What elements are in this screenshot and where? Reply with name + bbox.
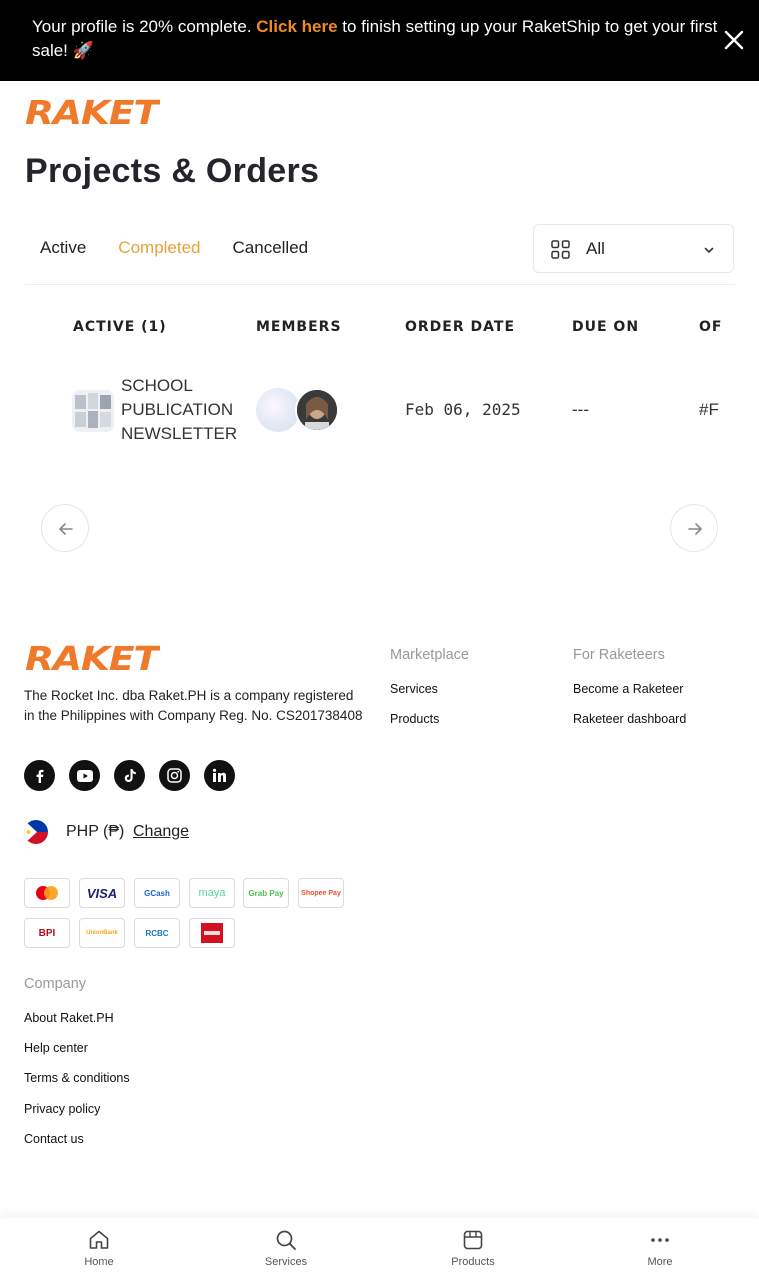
company-description: The Rocket Inc. dba Raket.PH is a compan… [24,688,363,723]
footer-link-become-raketeer[interactable]: Become a Raketeer [573,682,683,696]
footer-link-terms[interactable]: Terms & conditions [24,1071,130,1085]
order-number: #F [699,400,719,419]
bpi-logo: BPI [24,918,70,948]
column-header-order-number: OF [699,319,723,335]
banner-message: Your profile is 20% complete. Click here… [32,15,722,63]
column-header-members: MEMBERS [256,319,342,335]
nav-products[interactable]: Products [428,1228,518,1268]
nav-home-label: Home [84,1256,114,1268]
footer-link-services[interactable]: Services [390,682,438,696]
footer-link-products[interactable]: Products [390,712,439,726]
raket-logo[interactable]: RAKET [25,643,160,673]
column-header-order-date: ORDER DATE [405,319,516,335]
column-header-active: ACTIVE (1) [73,319,167,335]
nav-services[interactable]: Services [241,1228,331,1268]
tiktok-icon[interactable] [114,760,145,791]
chinabank-logo [189,918,235,948]
visa-logo: VISA [79,878,125,908]
arrow-left-icon [59,523,73,535]
footer-link-raketeer-dashboard[interactable]: Raketeer dashboard [573,712,686,726]
arrow-right-icon [688,523,702,535]
raket-logo-text: RAKET [25,97,160,127]
more-icon [651,1238,669,1242]
instagram-icon[interactable] [159,760,190,791]
company-heading: Company [24,976,87,992]
social-links [24,760,235,791]
change-currency-link[interactable]: Change [133,823,189,841]
shopeepay-logo: Shopee Pay [298,878,344,908]
gcash-logo: GCash [134,878,180,908]
marketplace-heading: Marketplace [390,647,469,663]
avatar [295,388,339,432]
nav-services-label: Services [264,1256,308,1268]
linkedin-icon[interactable] [204,760,235,791]
project-name[interactable]: SCHOOL PUBLICATION NEWSLETTER [121,374,251,446]
project-thumbnail[interactable] [72,390,114,432]
philippines-flag-icon [24,820,48,844]
scroll-left-button[interactable] [41,504,89,552]
maya-logo: maya [189,878,235,908]
tab-cancelled[interactable]: Cancelled [233,238,309,258]
avatar [256,388,300,432]
tab-active[interactable]: Active [40,238,86,258]
banner-click-here-link[interactable]: Click here [256,17,337,36]
for-raketeers-heading: For Raketeers [573,647,665,663]
home-icon [89,1230,109,1249]
nav-home[interactable]: Home [54,1228,144,1268]
footer-link-help-center[interactable]: Help center [24,1041,88,1055]
footer-link-privacy[interactable]: Privacy policy [24,1102,100,1116]
close-icon[interactable] [723,29,745,51]
chevron-down-icon [704,247,714,254]
rcbc-logo: RCBC [134,918,180,948]
search-icon [276,1230,296,1250]
nav-more-label: More [647,1256,673,1268]
grabpay-logo: Grab Pay [243,878,289,908]
footer-link-about[interactable]: About Raket.PH [24,1011,114,1025]
filter-dropdown[interactable]: All [533,224,734,273]
column-header-due-on: DUE ON [572,319,640,335]
footer-link-contact[interactable]: Contact us [24,1132,84,1146]
banner-text-before: Your profile is 20% complete. [32,17,257,36]
currency-label: PHP (₱) [66,823,125,840]
order-date: Feb 06, 2025 [405,400,521,419]
youtube-icon[interactable] [69,760,100,791]
due-on: --- [572,400,589,419]
raket-logo[interactable]: RAKET [25,97,160,127]
profile-completion-banner: Your profile is 20% complete. Click here… [0,0,759,81]
nav-products-label: Products [451,1256,495,1268]
bottom-navigation: Home Services Products More [0,1218,759,1280]
grid-icon [551,240,570,259]
nav-more[interactable]: More [615,1228,705,1268]
mastercard-logo [24,878,70,908]
tab-completed[interactable]: Completed [118,238,200,258]
page-title: Projects & Orders [25,152,320,190]
order-status-tabs: Active Completed Cancelled [40,238,308,258]
facebook-icon[interactable] [24,760,55,791]
filter-value: All [586,239,605,258]
scroll-right-button[interactable] [670,504,718,552]
products-icon [463,1230,483,1250]
unionbank-logo: UnionBank [79,918,125,948]
tabs-divider [25,284,735,285]
raket-logo-text: RAKET [25,643,160,673]
